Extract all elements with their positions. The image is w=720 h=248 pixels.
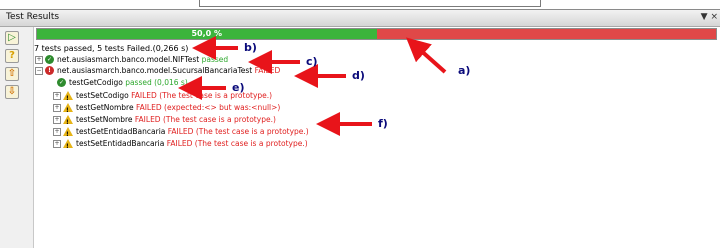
node-detail: (expected:<> but was:<null>)	[164, 103, 281, 112]
error-icon: !	[45, 66, 54, 75]
node-status: FAILED	[167, 127, 194, 136]
warning-icon: !	[63, 127, 73, 138]
warning-icon: !	[63, 115, 73, 126]
panel-titlebar: Test Results ▼ ×	[0, 10, 720, 27]
summary-text: 7 tests passed, 5 tests Failed.(0,266 s)	[34, 44, 189, 53]
next-failure-icon[interactable]: ⇩	[5, 85, 19, 99]
annotation-a: a)	[458, 64, 471, 77]
annotation-b: b)	[244, 41, 257, 54]
node-label: testSetNombre	[76, 115, 133, 124]
node-detail: (The test case is a prototype.)	[195, 127, 309, 136]
node-status: passed	[125, 78, 152, 87]
filter-icon[interactable]: ?	[5, 49, 19, 63]
node-detail: (The test case is a prototype.)	[162, 115, 276, 124]
node-status: FAILED	[254, 66, 281, 75]
expand-icon[interactable]: +	[53, 104, 61, 112]
panel-title: Test Results	[6, 12, 60, 22]
test-results-panel: Test Results ▼ × ▷ ? ⇧ ⇩ 50,0 % 7 tests …	[0, 9, 720, 248]
annotation-c: c)	[306, 55, 318, 68]
prev-failure-icon[interactable]: ⇧	[5, 67, 19, 81]
node-label: testSetEntidadBancaria	[76, 139, 165, 148]
node-label: net.ausiasmarch.banco.model.SucursalBanc…	[57, 66, 253, 75]
collapse-icon[interactable]: −	[35, 67, 43, 75]
expand-icon[interactable]: +	[53, 92, 61, 100]
node-label: net.ausiasmarch.banco.model.NIFTest	[57, 55, 200, 64]
expand-icon[interactable]: +	[53, 116, 61, 124]
expand-icon[interactable]: +	[35, 56, 43, 64]
progress-label: 50,0 %	[191, 29, 223, 38]
progress-bar: 50,0 %	[36, 28, 717, 40]
node-status: passed	[201, 55, 229, 64]
node-status: FAILED	[166, 139, 193, 148]
results-content: 50,0 % 7 tests passed, 5 tests Failed.(0…	[33, 27, 720, 248]
node-label: testGetCodigo	[69, 78, 123, 87]
node-detail: (The test case is a prototype.)	[194, 139, 308, 148]
passed-icon: ✓	[45, 55, 54, 64]
annotation-f: f)	[378, 117, 388, 130]
node-label: testGetNombre	[76, 103, 134, 112]
expand-icon[interactable]: +	[53, 128, 61, 136]
node-detail: (The test case is a prototype.)	[159, 91, 273, 100]
warning-icon: !	[63, 91, 73, 102]
top-input-edge	[199, 0, 541, 7]
node-status: FAILED	[131, 91, 157, 100]
annotation-d: d)	[352, 69, 365, 82]
node-label: testGetEntidadBancaria	[76, 127, 166, 136]
rerun-icon[interactable]: ▷	[5, 31, 19, 45]
node-label: testSetCodigo	[76, 91, 129, 100]
warning-icon: !	[63, 139, 73, 150]
expand-icon[interactable]: +	[53, 140, 61, 148]
warning-icon: !	[63, 103, 73, 114]
top-strip	[0, 0, 720, 9]
node-detail: (0,016 s)	[154, 78, 188, 87]
side-toolbar: ▷ ? ⇧ ⇩	[0, 27, 34, 248]
passed-icon: ✓	[57, 78, 66, 87]
annotation-e: e)	[232, 81, 245, 94]
node-status: FAILED	[134, 115, 161, 124]
pin-menu-icon[interactable]: ▼ ×	[701, 12, 718, 22]
node-status: FAILED	[135, 103, 162, 112]
